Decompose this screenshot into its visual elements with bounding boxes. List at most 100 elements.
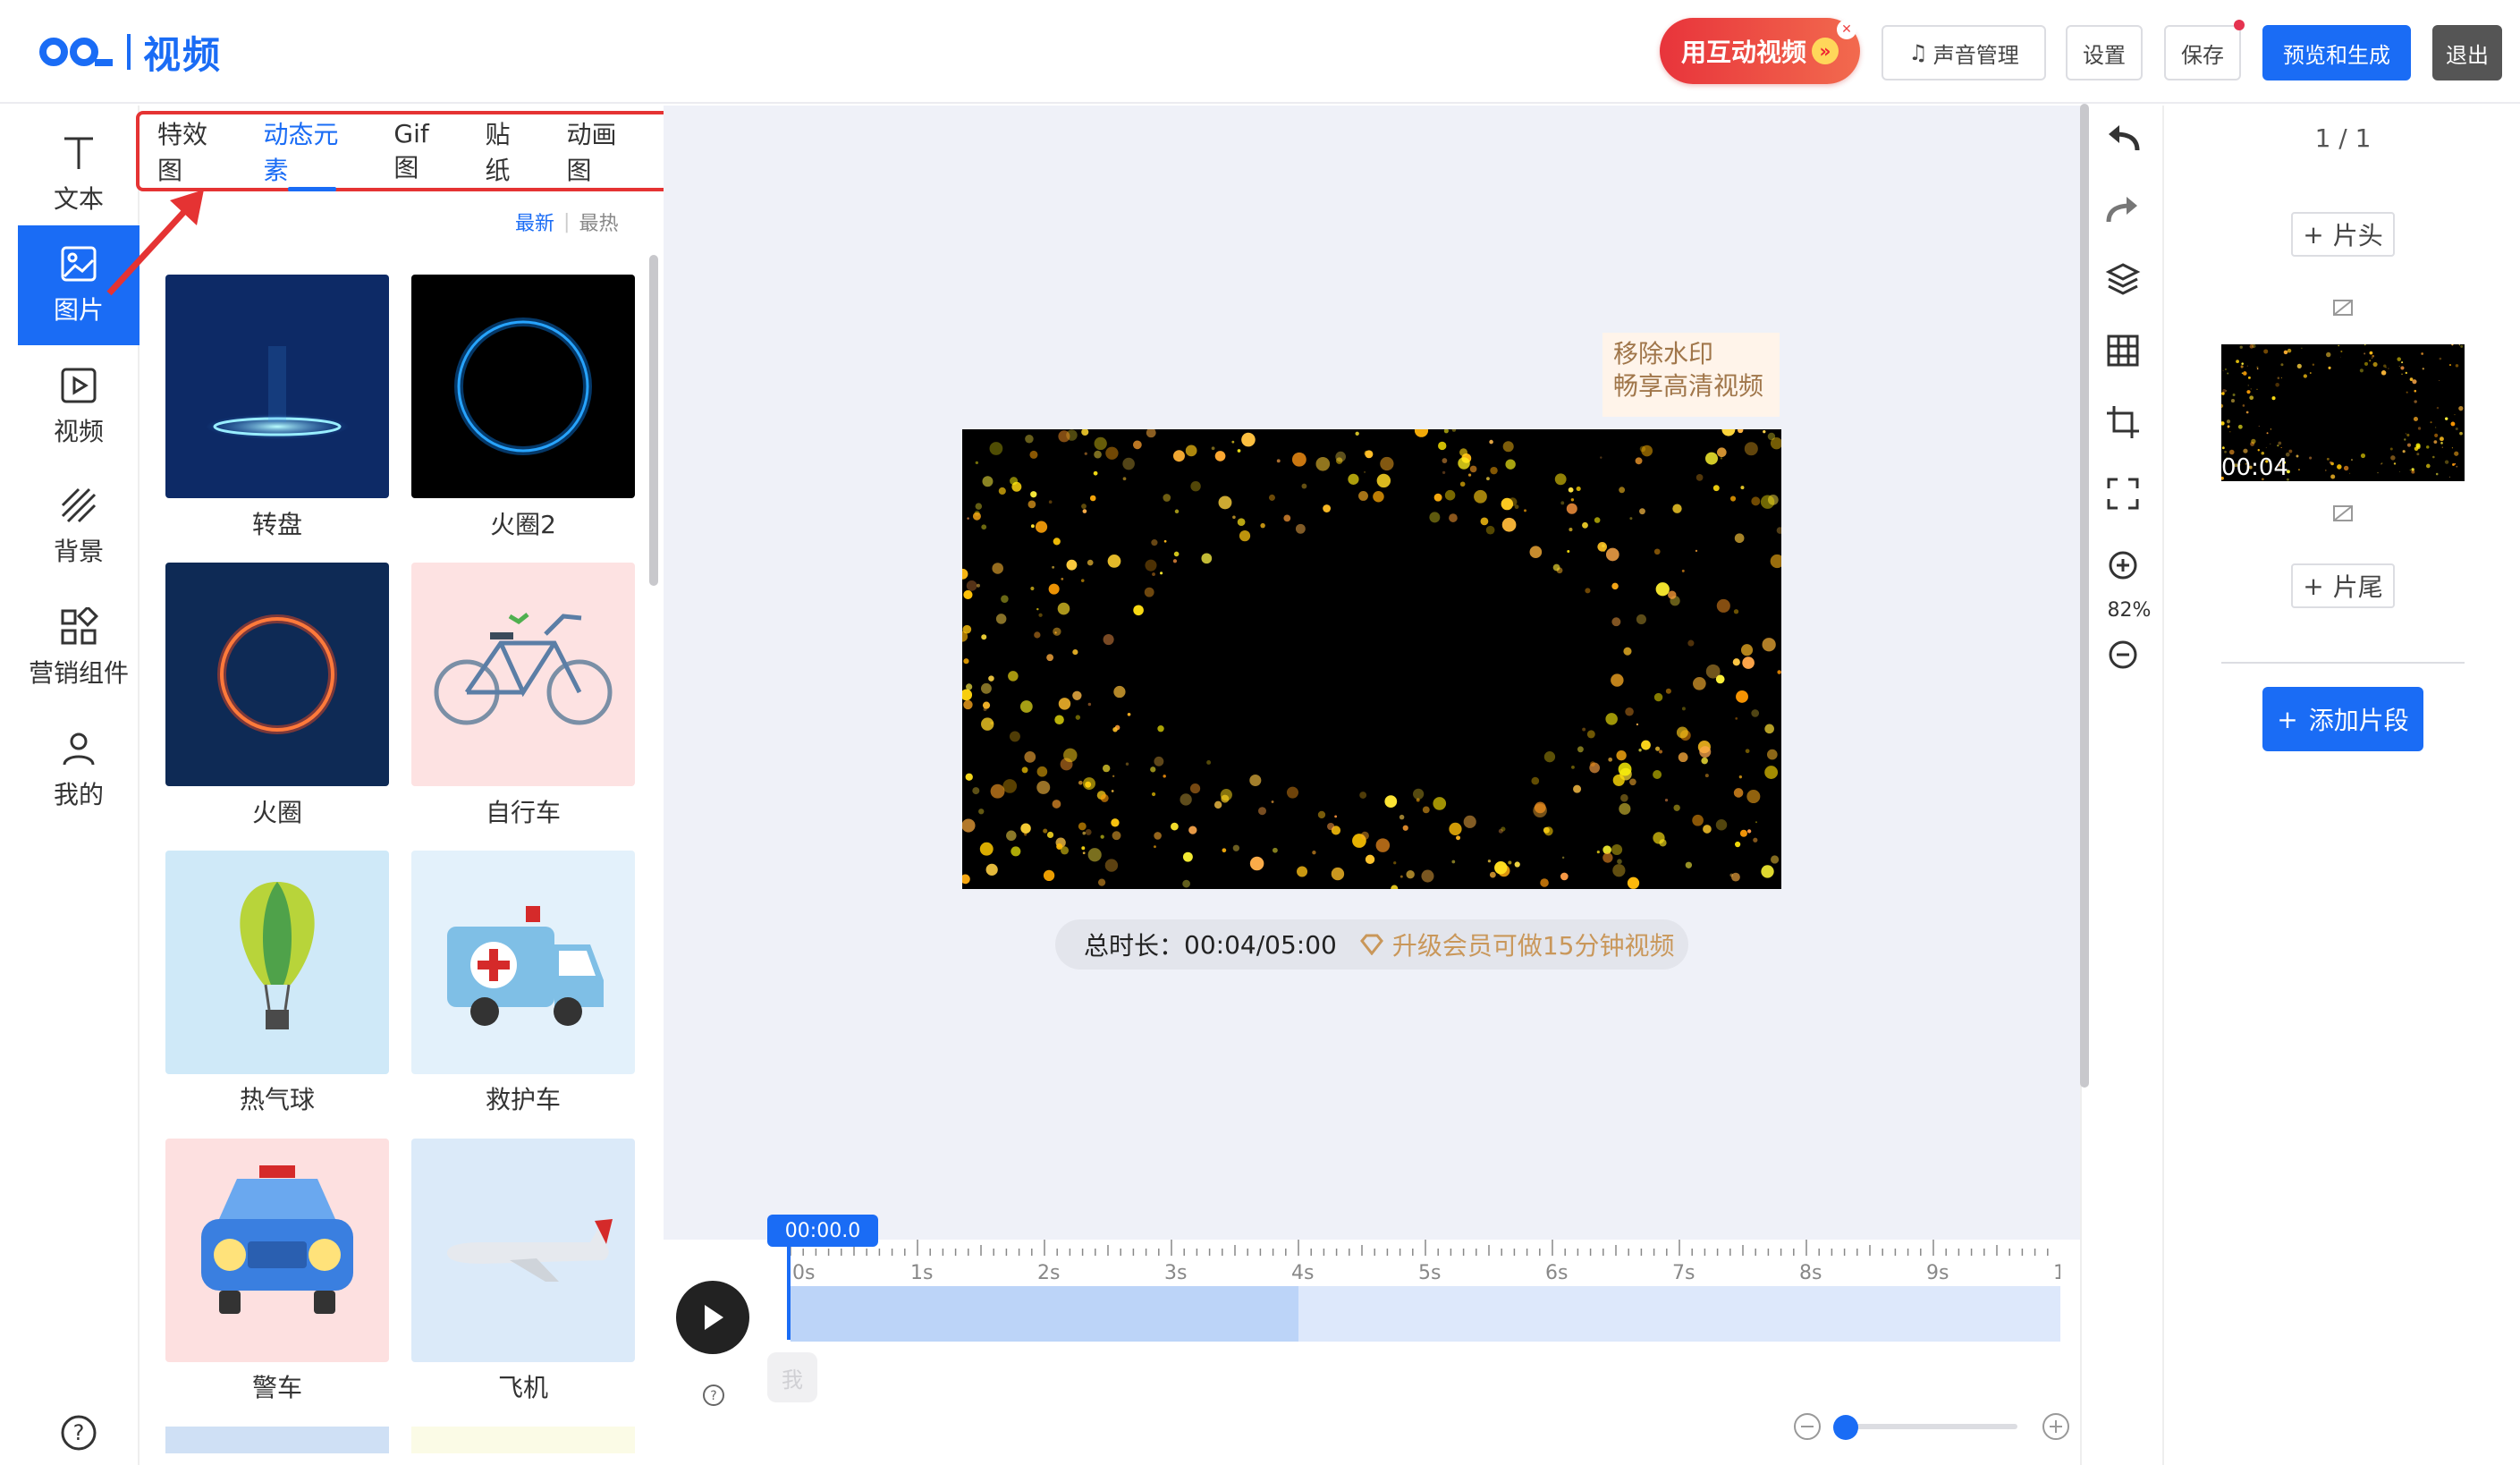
timeline-help-icon[interactable]: ? — [701, 1383, 726, 1408]
asset-police-car[interactable] — [165, 1139, 389, 1362]
sidebar-item-mine[interactable]: 我的 — [18, 710, 140, 830]
timeline-zoom-slider[interactable] — [1842, 1424, 2017, 1429]
turntable-image — [206, 346, 349, 439]
video-canvas[interactable] — [962, 429, 1781, 889]
bokeh-particle — [1695, 549, 1698, 553]
bokeh-particle — [1746, 829, 1752, 834]
bokeh-particle — [1627, 876, 1640, 889]
bokeh-particle — [1241, 432, 1256, 447]
transition-icon[interactable] — [2332, 504, 2354, 522]
unsaved-dot — [2234, 20, 2245, 30]
bokeh-particle — [1442, 470, 1446, 474]
asset-airplane[interactable] — [411, 1139, 635, 1362]
asset-fire-ring[interactable] — [165, 563, 389, 786]
logo-mark-icon — [39, 38, 113, 66]
bokeh-particle — [1312, 851, 1316, 855]
asset-fire-ring-2[interactable] — [411, 275, 635, 498]
grid-icon[interactable] — [2103, 331, 2143, 370]
zoom-in-icon[interactable] — [2041, 1411, 2071, 1442]
bokeh-particle — [1501, 517, 1517, 532]
add-intro-button[interactable]: + 片头 — [2291, 212, 2395, 257]
bokeh-particle — [1002, 779, 1018, 793]
tab-gif[interactable]: Gif图 — [393, 111, 452, 191]
bokeh-particle — [2439, 357, 2442, 360]
exit-button[interactable]: 退出 — [2432, 25, 2502, 80]
bokeh-particle — [2287, 348, 2292, 353]
timeline-zoom-knob[interactable] — [1833, 1415, 1858, 1440]
redo-icon[interactable] — [2103, 190, 2143, 229]
bokeh-particle — [1087, 702, 1092, 707]
bokeh-particle — [1094, 436, 1107, 451]
bokeh-particle — [989, 442, 1003, 455]
bokeh-particle — [1561, 856, 1565, 860]
bokeh-particle — [2364, 352, 2366, 355]
bokeh-particle — [1112, 831, 1121, 841]
zoom-in-stage-icon[interactable] — [2103, 546, 2143, 585]
help-icon[interactable]: ? — [59, 1413, 98, 1452]
asset-bicycle[interactable] — [411, 563, 635, 786]
close-icon[interactable]: ✕ — [1837, 20, 1856, 39]
layers-icon[interactable] — [2103, 259, 2143, 299]
add-outro-button[interactable]: + 片尾 — [2291, 563, 2395, 608]
timeline-ruler[interactable]: 0s 1s 2s 3s 4s 5s 6s 7s 8s 9s 10 — [787, 1240, 2060, 1286]
bokeh-particle — [1501, 497, 1514, 511]
settings-button[interactable]: 设置 — [2066, 25, 2143, 80]
zoom-out-icon[interactable] — [1792, 1411, 1822, 1442]
bokeh-particle — [1692, 814, 1704, 826]
sort-hottest[interactable]: 最热 — [579, 207, 618, 236]
bokeh-particle — [1172, 450, 1185, 462]
asset-ambulance[interactable] — [411, 851, 635, 1074]
add-segment-button[interactable]: + 添加片段 — [2262, 687, 2423, 751]
sort-newest[interactable]: 最新 — [515, 207, 554, 236]
bokeh-particle — [1232, 515, 1236, 520]
bokeh-particle — [1081, 846, 1086, 851]
asset-turntable[interactable] — [165, 275, 389, 498]
app-logo[interactable]: 视频 — [39, 25, 222, 79]
crop-icon[interactable] — [2103, 402, 2143, 442]
tab-animations[interactable]: 动画图 — [567, 111, 640, 191]
zoom-out-stage-icon[interactable] — [2103, 635, 2143, 674]
preview-generate-button[interactable]: 预览和生成 — [2262, 25, 2411, 80]
tab-dynamic-elements[interactable]: 动态元素 — [263, 111, 361, 191]
bokeh-particle — [2221, 421, 2225, 426]
fullscreen-icon[interactable] — [2103, 474, 2143, 513]
bokeh-particle — [1687, 639, 1695, 647]
stage-scrollbar[interactable] — [2080, 104, 2089, 1088]
bokeh-particle — [2430, 421, 2432, 424]
upgrade-link[interactable]: 升级会员可做15分钟视频 — [1358, 927, 1674, 962]
bokeh-particle — [990, 783, 1005, 799]
bokeh-particle — [1586, 730, 1595, 739]
playhead[interactable] — [787, 1240, 791, 1340]
undo-icon[interactable] — [2103, 118, 2143, 157]
bokeh-particle — [1272, 847, 1278, 853]
tab-stickers[interactable]: 贴纸 — [486, 111, 535, 191]
play-button[interactable] — [676, 1281, 749, 1354]
bokeh-particle — [995, 614, 1007, 624]
bokeh-particle — [1391, 885, 1399, 889]
bokeh-particle — [1260, 522, 1265, 529]
bokeh-particle — [1402, 825, 1408, 831]
bokeh-particle — [1449, 513, 1458, 522]
track-avatar[interactable]: 我 — [767, 1352, 817, 1402]
sidebar-item-background[interactable]: 背景 — [18, 467, 140, 587]
save-button[interactable]: 保存 — [2164, 20, 2245, 80]
asset-hot-air-balloon[interactable] — [165, 851, 389, 1074]
bokeh-particle — [2296, 363, 2302, 368]
bokeh-particle — [967, 517, 969, 520]
bokeh-particle — [1380, 456, 1394, 471]
sound-manage-button[interactable]: ♫ 声音管理 — [1882, 25, 2046, 80]
asset-label: 警车 — [251, 1373, 302, 1402]
timeline-clip[interactable] — [791, 1286, 1298, 1342]
bokeh-particle — [1608, 757, 1613, 762]
asset-scrollbar[interactable] — [649, 255, 658, 586]
sidebar-item-video[interactable]: 视频 — [18, 347, 140, 467]
promo-badge[interactable]: 用互动视频 » ✕ — [1660, 18, 1860, 84]
transition-icon[interactable] — [2332, 299, 2354, 317]
sidebar-item-marketing[interactable]: 营销组件 — [18, 589, 140, 708]
page-thumbnail[interactable]: 00:04 — [2221, 344, 2465, 481]
bokeh-particle — [1122, 457, 1135, 470]
bokeh-particle — [1412, 788, 1425, 800]
remove-watermark-badge[interactable]: 移除水印 畅享高清视频 — [1602, 333, 1780, 417]
bokeh-particle — [1732, 658, 1740, 666]
sidebar-item-label: 我的 — [53, 780, 104, 809]
